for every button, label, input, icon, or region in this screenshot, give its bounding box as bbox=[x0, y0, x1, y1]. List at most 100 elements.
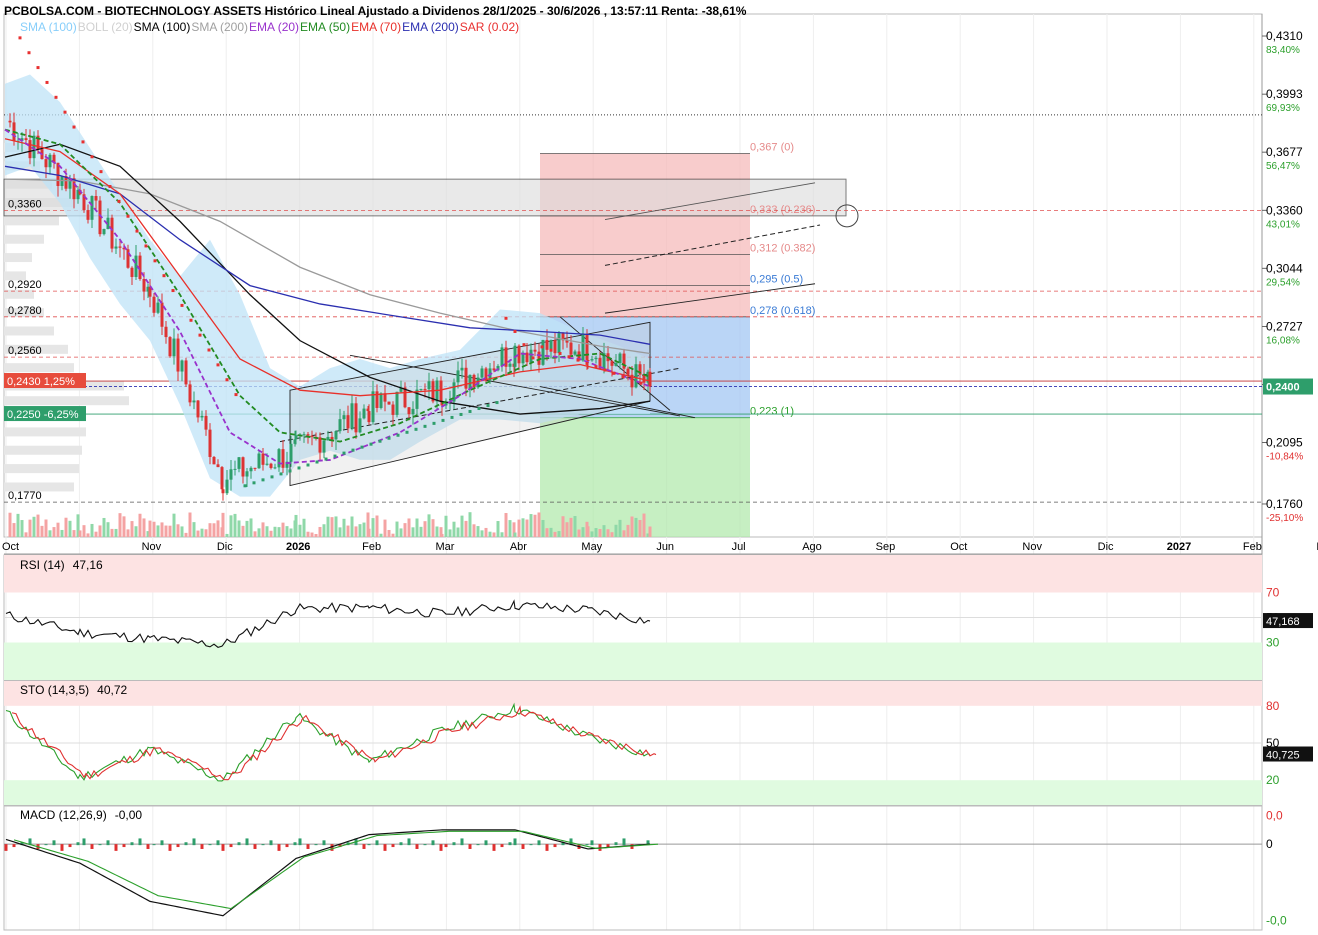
sar-dot bbox=[108, 184, 112, 188]
volume-bar bbox=[346, 525, 350, 537]
candle-body bbox=[277, 449, 281, 468]
volume-bar bbox=[196, 530, 200, 537]
volume-bar bbox=[180, 526, 184, 537]
volume-bar bbox=[138, 513, 142, 537]
candle-body bbox=[529, 349, 533, 363]
volume-profile-bar bbox=[4, 326, 54, 336]
candle-body bbox=[391, 404, 395, 415]
rsi-value-badge-label: 47,168 bbox=[1266, 616, 1300, 628]
volume-bar bbox=[281, 522, 285, 537]
macd-histogram-bar bbox=[606, 844, 610, 848]
candle-body bbox=[407, 407, 411, 415]
candle-body bbox=[216, 464, 220, 468]
macd-histogram-bar bbox=[90, 844, 94, 849]
sar-dot bbox=[72, 125, 76, 129]
candle-body bbox=[318, 437, 322, 453]
price-tick-label: 0,3044 bbox=[1266, 261, 1303, 275]
sar-dot bbox=[333, 454, 337, 458]
sar-dot bbox=[342, 451, 346, 455]
x-axis-label: Feb bbox=[1243, 541, 1262, 553]
indicator-legend: SMA (100)BOLL (20)SMA (100)SMA (200)EMA … bbox=[20, 20, 520, 34]
level-label: 0,2560 bbox=[8, 345, 42, 357]
volume-bar bbox=[225, 533, 229, 537]
volume-profile-bar bbox=[4, 253, 32, 263]
volume-bar bbox=[561, 516, 565, 537]
volume-bar bbox=[176, 524, 180, 537]
chart-stage: 0,4310 83,40% 0,3993 69,93% 0,3677 56,47% 0,33… bbox=[0, 0, 1318, 935]
volume-bar bbox=[460, 515, 464, 537]
sar-dot bbox=[306, 463, 310, 467]
price-tick-label: 0,2727 bbox=[1266, 320, 1303, 334]
volume-bar bbox=[634, 517, 638, 537]
volume-bar bbox=[82, 525, 86, 537]
sar-dot bbox=[297, 466, 301, 470]
macd-histogram-bar bbox=[367, 844, 371, 846]
volume-bar bbox=[200, 528, 204, 537]
volume-bar bbox=[64, 517, 68, 537]
candle-body bbox=[508, 363, 512, 367]
candle-body bbox=[8, 120, 12, 123]
sar-dot bbox=[270, 475, 274, 479]
fib-zone-red bbox=[540, 153, 750, 317]
volume-bar bbox=[212, 523, 216, 537]
volume-bar bbox=[403, 523, 407, 537]
sar-dot bbox=[288, 469, 292, 473]
candle-body bbox=[261, 453, 265, 465]
volume-bar bbox=[294, 514, 298, 537]
sto-overbought-zone bbox=[4, 681, 1262, 706]
macd-histogram-bar bbox=[553, 844, 557, 848]
volume-bar bbox=[565, 522, 569, 537]
candle-body bbox=[480, 368, 484, 378]
volume-bar bbox=[362, 522, 366, 537]
volume-bar bbox=[379, 533, 383, 537]
sar-dot bbox=[513, 329, 517, 333]
macd-histogram-bar bbox=[484, 840, 488, 846]
price-tick-pct: -25,10% bbox=[1266, 513, 1303, 524]
price-tick-pct: 29,54% bbox=[1266, 277, 1300, 288]
price-badge-label: 0,2430 1,25% bbox=[7, 376, 75, 388]
candle-body bbox=[549, 340, 553, 350]
candle-body bbox=[346, 415, 350, 429]
candle-body bbox=[395, 391, 399, 415]
volume-profile-bar bbox=[4, 427, 86, 437]
candle-body bbox=[196, 400, 200, 418]
candle-body bbox=[180, 360, 184, 372]
macd-histogram-bar bbox=[513, 838, 517, 846]
volume-bar bbox=[318, 526, 322, 537]
candle-body bbox=[110, 217, 114, 249]
macd-histogram-bar bbox=[52, 840, 56, 846]
macd-histogram-bar bbox=[146, 844, 150, 849]
sar-dot bbox=[531, 356, 535, 360]
candle-body bbox=[294, 435, 298, 440]
volume-bar bbox=[431, 519, 435, 537]
legend-item: EMA (70) bbox=[351, 20, 402, 34]
volume-bar bbox=[452, 521, 456, 537]
price-tick-label: 0,1760 bbox=[1266, 497, 1303, 511]
volume-bar bbox=[553, 531, 557, 537]
sar-dot bbox=[198, 333, 202, 337]
volume-bar bbox=[598, 528, 602, 537]
candle-body bbox=[350, 403, 354, 429]
volume-bar bbox=[577, 529, 581, 537]
sar-dot bbox=[567, 355, 571, 359]
candle-body bbox=[188, 384, 192, 403]
sar-dot bbox=[378, 439, 382, 443]
volume-bar bbox=[537, 512, 541, 537]
candle-body bbox=[545, 339, 549, 350]
candle-body bbox=[626, 368, 630, 375]
rsi-line bbox=[5, 599, 651, 648]
macd-frame bbox=[3, 805, 1263, 931]
volume-bar bbox=[134, 526, 138, 537]
volume-bar bbox=[342, 518, 346, 537]
macd-signal-line bbox=[13, 830, 659, 910]
volume-bar bbox=[496, 521, 500, 537]
volume-bar bbox=[371, 518, 375, 537]
rsi-title: RSI (14) 47,16 bbox=[20, 558, 103, 572]
volume-bar bbox=[56, 522, 60, 537]
volume-bar bbox=[160, 522, 164, 537]
candle-body bbox=[525, 352, 529, 363]
macd-histogram-bar bbox=[106, 840, 110, 846]
x-axis-label: Sep bbox=[876, 541, 896, 553]
volume-bar bbox=[249, 518, 253, 537]
volume-bar bbox=[237, 520, 241, 537]
